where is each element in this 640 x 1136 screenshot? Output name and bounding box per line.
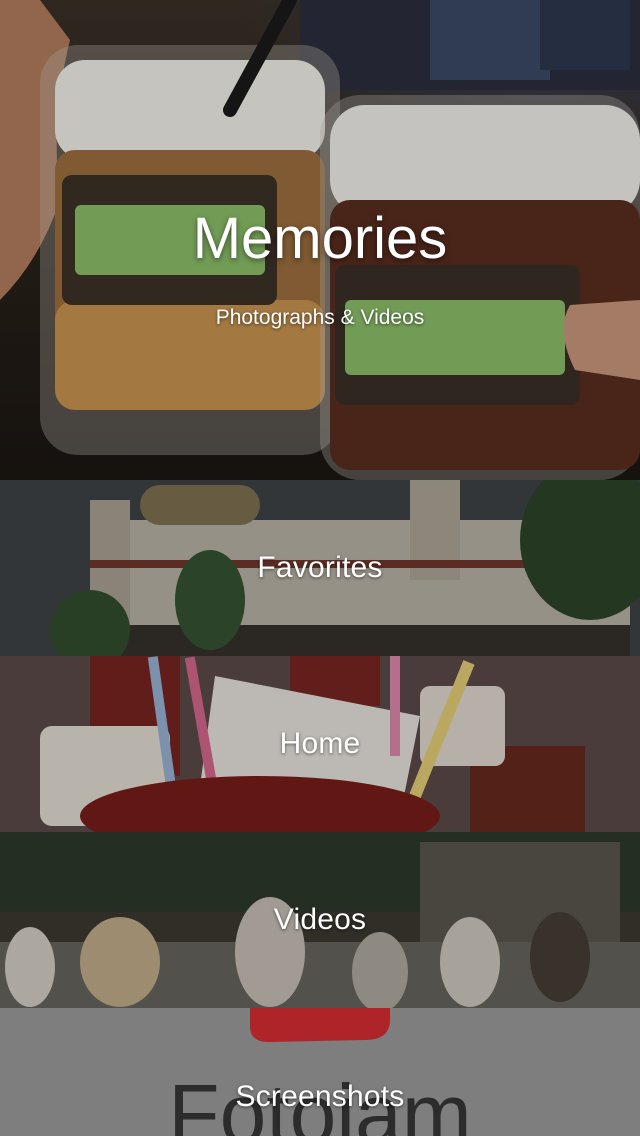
album-videos[interactable]: Videos <box>0 832 640 1008</box>
album-label: Home <box>279 727 361 760</box>
album-label: Screenshots <box>235 1080 405 1113</box>
album-home[interactable]: Home <box>0 656 640 832</box>
hero-title: Memories <box>192 206 448 271</box>
album-favorites[interactable]: Favorites <box>0 480 640 656</box>
memories-hero[interactable]: Memories Photographs & Videos <box>0 0 640 480</box>
screenshots-photo-logo: Fotojam <box>0 1008 640 1136</box>
fotojam-logo-illustration: Fotojam <box>0 1008 640 1136</box>
album-label: Videos <box>273 903 367 936</box>
album-screenshots[interactable]: Fotojam Screenshots <box>0 1008 640 1136</box>
hero-subtitle: Photographs & Videos <box>215 306 425 329</box>
album-label: Favorites <box>257 551 383 584</box>
